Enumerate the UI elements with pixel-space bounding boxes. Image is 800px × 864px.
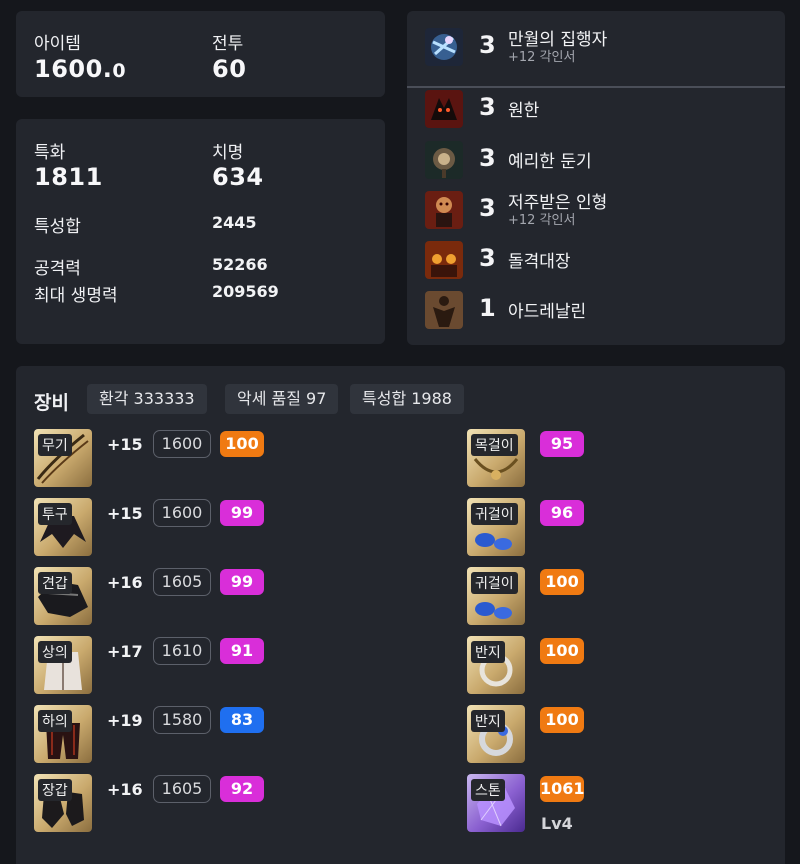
combat-level-value: 60 xyxy=(212,55,247,83)
engraving-row[interactable]: 3 원한 xyxy=(407,87,785,131)
engraving-row[interactable]: 3 예리한 둔기 xyxy=(407,138,785,182)
engraving-level: 3 xyxy=(479,194,496,222)
stone-level: Lv4 xyxy=(541,814,573,833)
item-level-badge: 1605 xyxy=(153,568,211,596)
slot-label: 스톤 xyxy=(471,779,505,801)
attack-label: 공격력 xyxy=(34,259,81,279)
engraving-row[interactable]: 3 돌격대장 xyxy=(407,238,785,282)
engraving-name: 돌격대장 xyxy=(508,252,571,272)
stat-total-label: 특성합 xyxy=(34,217,81,237)
engraving-name: 예리한 둔기 xyxy=(508,152,592,172)
adrenaline-icon xyxy=(425,291,463,329)
equipment-title: 장비 xyxy=(34,392,69,414)
engraving-level: 3 xyxy=(479,144,496,172)
engraving-row[interactable]: 1 아드레날린 xyxy=(407,288,785,332)
engraving-book-note: +12 각인서 xyxy=(508,50,576,65)
item-level-dec: 0 xyxy=(112,60,127,82)
keen-blunt-weapon-icon xyxy=(425,141,463,179)
necklace-slot[interactable]: 목걸이 xyxy=(467,429,525,487)
enhance-level: +15 xyxy=(107,435,143,454)
quality-badge: 96 xyxy=(540,500,584,526)
shoulder-slot[interactable]: 견갑 xyxy=(34,567,92,625)
chip-stat-total[interactable]: 특성합 1988 xyxy=(350,384,464,414)
earring-slot[interactable]: 귀걸이 xyxy=(467,567,525,625)
engravings-card: 3 만월의 집행자 +12 각인서 3 원한 3 예리한 둔기 3 저주받은 인… xyxy=(407,11,785,345)
combat-level-label: 전투 xyxy=(212,34,244,54)
item-level-badge: 1610 xyxy=(153,637,211,665)
engraving-book-note: +12 각인서 xyxy=(508,213,576,228)
item-level-badge: 1600 xyxy=(153,430,211,458)
engraving-name: 아드레날린 xyxy=(508,302,587,322)
ring-slot[interactable]: 반지 xyxy=(467,636,525,694)
item-level-badge: 1605 xyxy=(153,775,211,803)
helmet-slot[interactable]: 투구 xyxy=(34,498,92,556)
engraving-level: 3 xyxy=(479,93,496,121)
quality-badge: 83 xyxy=(220,707,264,733)
item-level-label: 아이템 xyxy=(34,34,81,54)
quality-badge: 99 xyxy=(220,500,264,526)
stone-slot[interactable]: 스톤 xyxy=(467,774,525,832)
item-level-int: 1600. xyxy=(34,55,113,83)
slot-label: 반지 xyxy=(471,710,505,732)
enhance-level: +16 xyxy=(107,573,143,592)
quality-badge: 95 xyxy=(540,431,584,457)
quality-badge: 1061 xyxy=(540,776,585,802)
item-level-value: 1600.0 xyxy=(34,55,126,83)
item-level-badge: 1600 xyxy=(153,499,211,527)
grudge-icon xyxy=(425,90,463,128)
slot-label: 목걸이 xyxy=(471,434,518,456)
slot-label: 귀걸이 xyxy=(471,572,518,594)
stat-total-value: 2445 xyxy=(212,213,257,232)
slot-label: 무기 xyxy=(38,434,72,456)
slot-label: 장갑 xyxy=(38,779,72,801)
slot-label: 투구 xyxy=(38,503,72,525)
max-hp-value: 209569 xyxy=(212,282,279,301)
slot-label: 상의 xyxy=(38,641,72,663)
weapon-slot[interactable]: 무기 xyxy=(34,429,92,487)
enhance-level: +19 xyxy=(107,711,143,730)
chip-accessory-quality[interactable]: 악세 품질 97 xyxy=(225,384,339,414)
enhance-level: +15 xyxy=(107,504,143,523)
gloves-slot[interactable]: 장갑 xyxy=(34,774,92,832)
engraving-row[interactable]: 3 저주받은 인형 +12 각인서 xyxy=(407,188,785,232)
quality-badge: 100 xyxy=(220,431,264,457)
pants-slot[interactable]: 하의 xyxy=(34,705,92,763)
stats-card: 특화 1811 치명 634 특성합 2445 공격력 52266 최대 생명력… xyxy=(16,119,385,344)
slot-label: 반지 xyxy=(471,641,505,663)
crit-value: 634 xyxy=(212,163,264,191)
item-level-card: 아이템 1600.0 전투 60 xyxy=(16,11,385,97)
raid-captain-icon xyxy=(425,241,463,279)
slot-label: 귀걸이 xyxy=(471,503,518,525)
chip-elixir[interactable]: 환각 333333 xyxy=(87,384,207,414)
engraving-row[interactable]: 3 만월의 집행자 +12 각인서 xyxy=(407,25,785,69)
item-level-badge: 1580 xyxy=(153,706,211,734)
earring-slot[interactable]: 귀걸이 xyxy=(467,498,525,556)
quality-badge: 100 xyxy=(540,569,584,595)
slot-label: 하의 xyxy=(38,710,72,732)
enhance-level: +17 xyxy=(107,642,143,661)
quality-badge: 100 xyxy=(540,638,584,664)
chest-slot[interactable]: 상의 xyxy=(34,636,92,694)
engraving-level: 3 xyxy=(479,31,496,59)
slot-label: 견갑 xyxy=(38,572,72,594)
quality-badge: 99 xyxy=(220,569,264,595)
spec-value: 1811 xyxy=(34,163,103,191)
attack-value: 52266 xyxy=(212,255,268,274)
spec-label: 특화 xyxy=(34,143,66,163)
crit-label: 치명 xyxy=(212,143,244,163)
quality-badge: 92 xyxy=(220,776,264,802)
max-hp-label: 최대 생명력 xyxy=(34,286,118,306)
quality-badge: 91 xyxy=(220,638,264,664)
moon-executioner-icon xyxy=(425,28,463,66)
engraving-name: 원한 xyxy=(508,101,540,121)
engraving-level: 3 xyxy=(479,244,496,272)
quality-badge: 100 xyxy=(540,707,584,733)
cursed-doll-icon xyxy=(425,191,463,229)
equipment-card: 장비 환각 333333 악세 품질 97 특성합 1988 무기 +15 16… xyxy=(16,366,785,864)
enhance-level: +16 xyxy=(107,780,143,799)
engraving-level: 1 xyxy=(479,294,496,322)
ring-slot[interactable]: 반지 xyxy=(467,705,525,763)
